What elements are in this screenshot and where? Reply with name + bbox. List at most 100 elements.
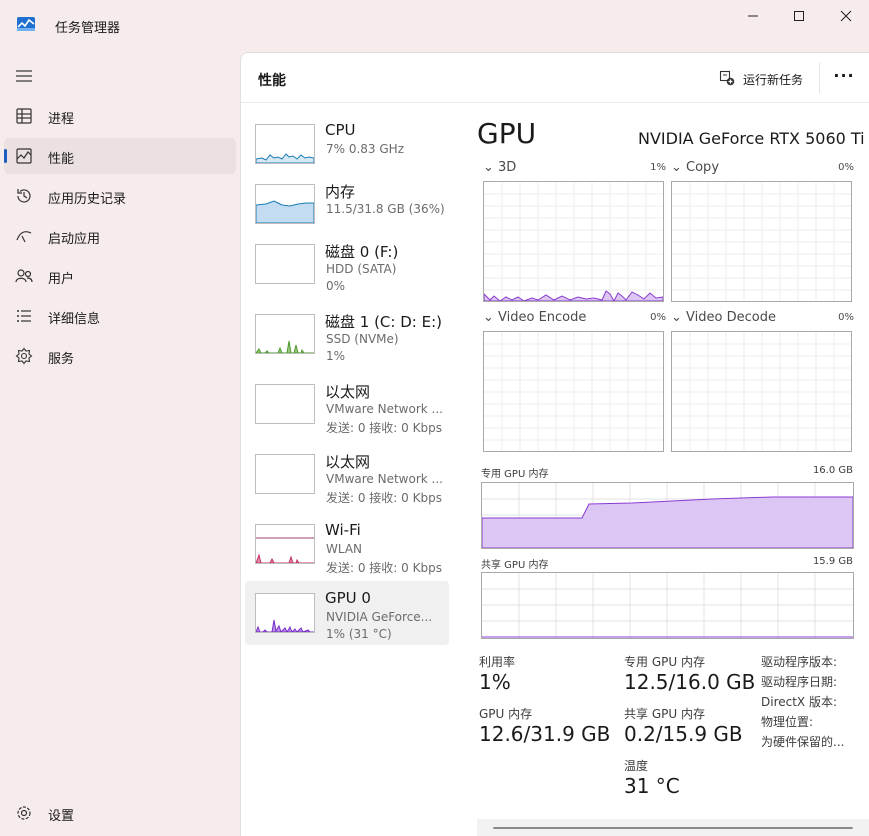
device-item-disk-0[interactable]: 磁盘 0 (F:) HDD (SATA) 0% bbox=[245, 236, 449, 300]
device-item-gpu-0[interactable]: GPU 0 NVIDIA GeForce... 1% (31 °C) bbox=[245, 581, 449, 645]
engine-graph-svg bbox=[484, 182, 663, 301]
chevron-down-icon: ⌄ bbox=[671, 310, 687, 325]
performance-icon bbox=[15, 147, 33, 165]
chevron-down-icon: ⌄ bbox=[671, 160, 687, 175]
device-name: 磁盘 0 (F:) bbox=[325, 243, 399, 261]
device-subtitle: WLAN bbox=[326, 542, 363, 556]
engine-percent: 0% bbox=[650, 312, 666, 323]
sidebar-item-app-history[interactable]: 应用历史记录 bbox=[4, 178, 236, 214]
device-thumbnail-graph bbox=[255, 593, 315, 633]
dedicated-memory-stat-value: 12.5/16.0 GB bbox=[624, 670, 756, 694]
device-thumbnail-graph bbox=[255, 384, 315, 424]
sidebar-item-label: 详细信息 bbox=[48, 312, 101, 327]
chevron-down-icon: ⌄ bbox=[483, 310, 499, 325]
device-thumbnail-graph bbox=[255, 184, 315, 224]
sidebar-item-label: 进程 bbox=[48, 112, 75, 127]
sidebar-item-label: 服务 bbox=[48, 352, 75, 367]
device-thumbnail-graph bbox=[255, 124, 315, 164]
maximize-button[interactable] bbox=[776, 0, 822, 32]
thumbnail-area bbox=[256, 200, 314, 223]
startup-apps-icon bbox=[15, 227, 33, 245]
sidebar-item-startup-apps[interactable]: 启动应用 bbox=[4, 218, 236, 254]
device-item-memory[interactable]: 内存 11.5/31.8 GB (36%) bbox=[245, 176, 449, 240]
title-bar: 任务管理器 bbox=[0, 0, 869, 40]
dedicated-memory-label: 专用 GPU 内存 bbox=[481, 469, 549, 480]
engine-selector-video-encode[interactable]: ⌄ Video Encode bbox=[483, 310, 586, 325]
sidebar-item-performance[interactable]: 性能 bbox=[4, 138, 236, 174]
thumbnail-area bbox=[256, 340, 314, 353]
engine-selector-copy[interactable]: ⌄ Copy bbox=[671, 160, 719, 175]
services-icon bbox=[15, 347, 33, 365]
close-button[interactable] bbox=[823, 0, 869, 32]
grid-lines bbox=[484, 182, 663, 301]
device-name: CPU bbox=[325, 121, 356, 139]
device-subtitle: VMware Network ... bbox=[326, 402, 443, 416]
utilization-value: 1% bbox=[479, 670, 511, 694]
hardware-reserved-label: 为硬件保留的... bbox=[761, 735, 845, 749]
device-name: 内存 bbox=[325, 183, 356, 201]
dedicated-memory-stat-label: 专用 GPU 内存 bbox=[624, 655, 705, 669]
engine-percent: 0% bbox=[838, 162, 854, 173]
sidebar-item-processes[interactable]: 进程 bbox=[4, 98, 236, 134]
dedicated-memory-max: 16.0 GB bbox=[812, 465, 853, 476]
run-task-icon bbox=[719, 70, 735, 89]
window-title: 任务管理器 bbox=[55, 21, 121, 36]
scrollbar-thumb[interactable] bbox=[493, 827, 853, 829]
grid-lines bbox=[484, 332, 663, 451]
device-name: GPU 0 bbox=[325, 589, 371, 607]
hamburger-menu-icon[interactable] bbox=[14, 66, 34, 86]
grid-lines bbox=[672, 182, 851, 301]
engine-graph-svg bbox=[672, 182, 851, 301]
horizontal-scrollbar[interactable] bbox=[477, 819, 869, 836]
device-subtitle: SSD (NVMe) bbox=[326, 332, 399, 346]
device-name: 以太网 bbox=[325, 383, 371, 401]
gpu-memory-stat-value: 12.6/31.9 GB bbox=[479, 722, 611, 746]
task-manager-icon bbox=[17, 16, 35, 31]
app-history-icon bbox=[15, 187, 33, 205]
settings-label: 设置 bbox=[48, 809, 75, 824]
engine-selector-3d[interactable]: ⌄ 3D bbox=[483, 160, 516, 175]
device-subtitle: 7% 0.83 GHz bbox=[326, 142, 405, 156]
engine-name: Copy bbox=[686, 160, 720, 175]
device-thumbnail-graph bbox=[255, 314, 315, 354]
dedicated-memory-graph bbox=[481, 482, 854, 549]
engine-graph-svg bbox=[484, 332, 663, 451]
sidebar-item-settings[interactable]: 设置 bbox=[4, 795, 236, 831]
page-title: 性能 bbox=[258, 73, 286, 89]
memory-area bbox=[482, 496, 853, 548]
shared-memory-graph bbox=[481, 572, 854, 639]
grid-lines bbox=[482, 573, 853, 638]
device-item-cpu[interactable]: CPU 7% 0.83 GHz bbox=[245, 116, 449, 180]
sidebar-item-users[interactable]: 用户 bbox=[4, 258, 236, 294]
device-value: 0% bbox=[326, 279, 346, 293]
active-indicator bbox=[4, 149, 7, 163]
more-options-button[interactable]: ··· bbox=[833, 68, 855, 89]
device-item-ethernet-2[interactable]: 以太网 VMware Network ... 发送: 0 接收: 0 Kbps bbox=[245, 446, 449, 510]
engine-percent: 0% bbox=[838, 312, 854, 323]
settings-gear-icon bbox=[15, 804, 33, 822]
run-new-task-button[interactable]: 运行新任务 bbox=[719, 69, 803, 89]
minimize-button[interactable] bbox=[730, 0, 776, 32]
device-item-wifi[interactable]: Wi-Fi WLAN 发送: 0 接收: 0 Kbps bbox=[245, 516, 449, 580]
engine-graph-copy bbox=[671, 181, 852, 302]
sidebar-item-details[interactable]: 详细信息 bbox=[4, 298, 236, 334]
driver-version-label: 驱动程序版本: bbox=[761, 655, 838, 669]
device-item-disk-1[interactable]: 磁盘 1 (C: D: E:) SSD (NVMe) 1% bbox=[245, 306, 449, 370]
utilization-label: 利用率 bbox=[479, 655, 516, 669]
engine-percent: 1% bbox=[650, 162, 666, 173]
temperature-label: 温度 bbox=[624, 759, 649, 773]
gpu-model-name: NVIDIA GeForce RTX 5060 Ti bbox=[638, 129, 865, 148]
engine-graph-video-encode bbox=[483, 331, 664, 452]
thumbnail-area bbox=[256, 153, 314, 163]
device-subtitle: 11.5/31.8 GB (36%) bbox=[326, 202, 445, 216]
driver-date-label: 驱动程序日期: bbox=[761, 675, 838, 689]
engine-name: Video Decode bbox=[686, 310, 776, 325]
header-divider bbox=[819, 63, 820, 93]
device-value: 发送: 0 接收: 0 Kbps bbox=[326, 561, 442, 575]
device-item-ethernet-1[interactable]: 以太网 VMware Network ... 发送: 0 接收: 0 Kbps bbox=[245, 376, 449, 440]
engine-name: 3D bbox=[498, 160, 517, 175]
thumbnail-area bbox=[256, 553, 314, 563]
engine-selector-video-decode[interactable]: ⌄ Video Decode bbox=[671, 310, 776, 325]
physical-location-label: 物理位置: bbox=[761, 715, 814, 729]
sidebar-item-services[interactable]: 服务 bbox=[4, 338, 236, 374]
